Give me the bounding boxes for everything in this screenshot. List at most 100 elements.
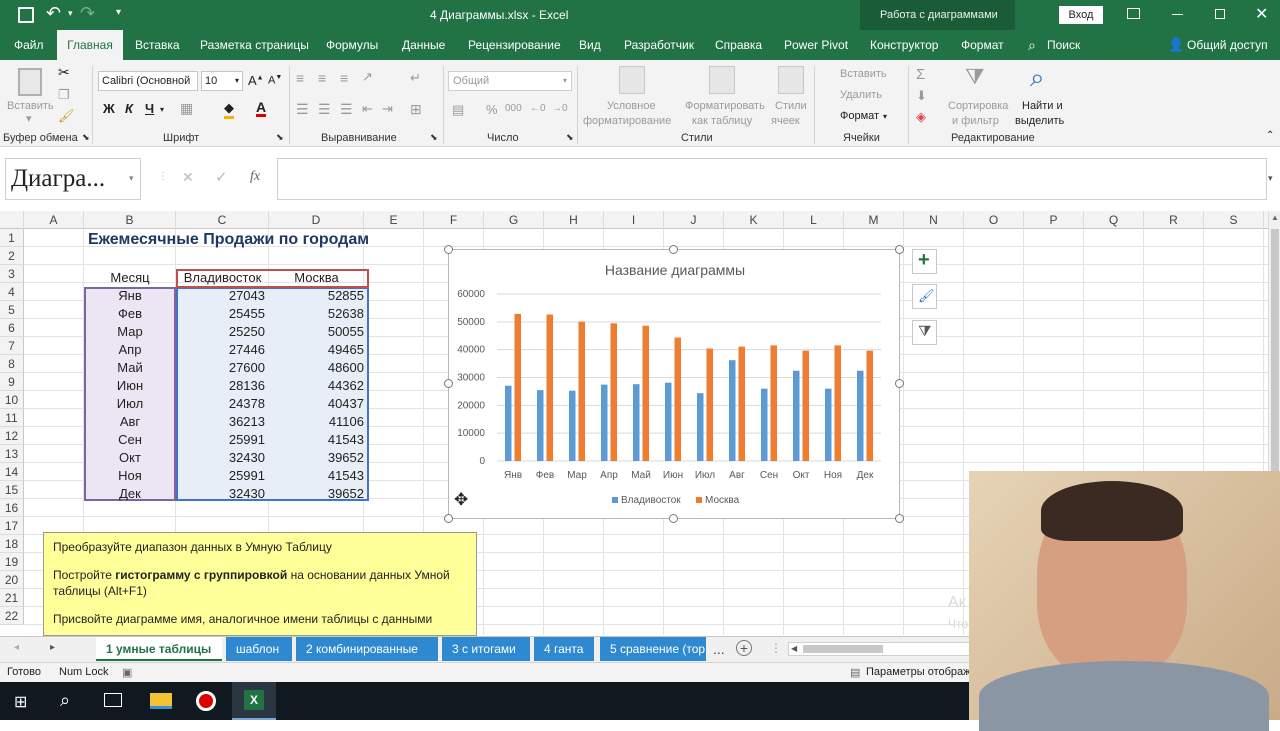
increase-font-icon[interactable]: A▲	[248, 73, 264, 88]
fill-icon[interactable]: ⬇	[916, 88, 927, 104]
orientation-icon[interactable]: ↗	[362, 69, 373, 85]
column-header-c[interactable]: C	[176, 211, 269, 229]
paste-button[interactable]: Вставить	[7, 100, 54, 112]
table-cell-value[interactable]: 25991	[176, 467, 269, 485]
column-header-r[interactable]: R	[1144, 211, 1204, 229]
insert-cells-button[interactable]: Вставить	[840, 68, 887, 80]
table-cell-value[interactable]: 48600	[269, 359, 368, 377]
collapse-ribbon-icon[interactable]: ⌃	[1266, 130, 1274, 141]
column-header-e[interactable]: E	[364, 211, 424, 229]
alignment-launcher-icon[interactable]: ⬊	[430, 132, 438, 143]
table-cell-value[interactable]: 25250	[176, 323, 269, 341]
merge-icon[interactable]: ⊞	[410, 101, 422, 118]
conditional-format-button-line2[interactable]: форматирование	[583, 115, 671, 127]
table-cell-month[interactable]: Янв	[84, 287, 176, 305]
display-settings-button[interactable]: Параметры отображ	[866, 666, 971, 678]
indent-increase-icon[interactable]: ⇥	[382, 101, 393, 117]
table-cell-month[interactable]: Апр	[84, 341, 176, 359]
chart-resize-handle[interactable]	[895, 379, 904, 388]
row-header-20[interactable]: 20	[0, 571, 24, 589]
table-header-month[interactable]: Месяц	[84, 269, 176, 287]
table-cell-value[interactable]: 28136	[176, 377, 269, 395]
tab-formulas[interactable]: Формулы	[326, 30, 378, 60]
column-header-i[interactable]: I	[604, 211, 664, 229]
tab-view[interactable]: Вид	[579, 30, 601, 60]
row-header-12[interactable]: 12	[0, 427, 24, 445]
horizontal-scrollbar[interactable]: ◀	[788, 642, 970, 656]
chart-resize-handle[interactable]	[669, 245, 678, 254]
table-cell-value[interactable]: 52855	[269, 287, 368, 305]
chart-resize-handle[interactable]	[669, 514, 678, 523]
row-header-11[interactable]: 11	[0, 409, 24, 427]
cell-styles-icon[interactable]	[778, 66, 804, 94]
sheet-title[interactable]: Ежемесячные Продажи по городам	[88, 231, 369, 249]
scroll-thumb[interactable]	[1271, 229, 1279, 499]
sheet-tab-combined[interactable]: 2 комбинированные	[296, 637, 438, 661]
underline-button[interactable]: Ч	[145, 101, 154, 116]
find-select-button-line2[interactable]: выделить	[1015, 115, 1064, 127]
scroll-left-icon[interactable]: ◀	[791, 644, 797, 653]
decrease-font-icon[interactable]: A▼	[268, 74, 282, 87]
row-header-16[interactable]: 16	[0, 499, 24, 517]
redo-icon[interactable]: ↷	[80, 3, 95, 24]
tab-home[interactable]: Главная	[57, 30, 123, 60]
format-cells-button[interactable]: Формат	[840, 110, 879, 122]
indent-decrease-icon[interactable]: ⇤	[362, 101, 373, 117]
sheet-tab-template[interactable]: шаблон	[226, 637, 292, 661]
user-icon[interactable]: 👤	[1168, 30, 1184, 60]
conditional-format-button[interactable]: Условное	[607, 100, 656, 112]
sort-filter-button[interactable]: Сортировка	[948, 100, 1008, 112]
table-cell-value[interactable]: 40437	[269, 395, 368, 413]
row-header-14[interactable]: 14	[0, 463, 24, 481]
more-sheets-button[interactable]: ...	[713, 641, 725, 657]
tab-insert[interactable]: Вставка	[135, 30, 180, 60]
taskbar-search-icon[interactable]: ⌕	[60, 690, 70, 711]
autosum-icon[interactable]: Σ	[916, 66, 925, 83]
ribbon-display-icon[interactable]	[1127, 8, 1140, 19]
align-bottom-icon[interactable]: ≡	[340, 70, 348, 86]
align-top-icon[interactable]: ≡	[296, 70, 304, 86]
h-scroll-thumb[interactable]	[803, 645, 883, 653]
italic-button[interactable]: К	[125, 101, 133, 116]
format-cells-dropdown-icon[interactable]: ▾	[883, 112, 887, 121]
confirm-entry-icon[interactable]: ✓	[215, 168, 228, 186]
macro-record-icon[interactable]: ▣	[122, 666, 132, 679]
copy-icon[interactable]: ❐	[58, 87, 70, 103]
sheet-tab-gantt[interactable]: 4 ганта	[534, 637, 594, 661]
column-header-s[interactable]: S	[1204, 211, 1264, 229]
cell-styles-button-line2[interactable]: ячеек	[771, 115, 800, 127]
column-header-d[interactable]: D	[269, 211, 364, 229]
table-cell-month[interactable]: Фев	[84, 305, 176, 323]
row-header-10[interactable]: 10	[0, 391, 24, 409]
sort-filter-button-line2[interactable]: и фильтр	[952, 115, 999, 127]
table-cell-month[interactable]: Авг	[84, 413, 176, 431]
table-cell-month[interactable]: Окт	[84, 449, 176, 467]
row-header-4[interactable]: 4	[0, 283, 24, 301]
minimize-icon[interactable]	[1172, 14, 1183, 15]
table-cell-month[interactable]: Мар	[84, 323, 176, 341]
table-cell-value[interactable]: 24378	[176, 395, 269, 413]
chart-resize-handle[interactable]	[444, 245, 453, 254]
h-scroll-grip-icon[interactable]: ⋮	[770, 641, 782, 655]
tab-review[interactable]: Рецензирование	[468, 30, 561, 60]
table-cell-value[interactable]: 41543	[269, 467, 368, 485]
column-header-o[interactable]: O	[964, 211, 1024, 229]
font-color-icon[interactable]: A	[256, 100, 267, 117]
insert-function-icon[interactable]: fx	[250, 169, 260, 185]
cell-styles-button[interactable]: Стили	[775, 100, 807, 112]
chart-elements-button[interactable]: +	[912, 249, 937, 274]
number-format-select[interactable]: Общий ▾	[448, 71, 572, 91]
row-header-9[interactable]: 9	[0, 373, 24, 391]
row-header-5[interactable]: 5	[0, 301, 24, 319]
table-cell-value[interactable]: 32430	[176, 485, 269, 503]
name-box[interactable]: Диагра... ▾	[5, 158, 141, 200]
tab-developer[interactable]: Разработчик	[624, 30, 694, 60]
table-cell-value[interactable]: 27600	[176, 359, 269, 377]
column-header-h[interactable]: H	[544, 211, 604, 229]
align-middle-icon[interactable]: ≡	[318, 70, 326, 86]
chart-resize-handle[interactable]	[444, 514, 453, 523]
excel-taskbar-icon[interactable]: X	[232, 682, 276, 720]
increase-decimal-icon[interactable]: ←0	[530, 103, 546, 114]
row-header-19[interactable]: 19	[0, 553, 24, 571]
table-cell-value[interactable]: 27043	[176, 287, 269, 305]
